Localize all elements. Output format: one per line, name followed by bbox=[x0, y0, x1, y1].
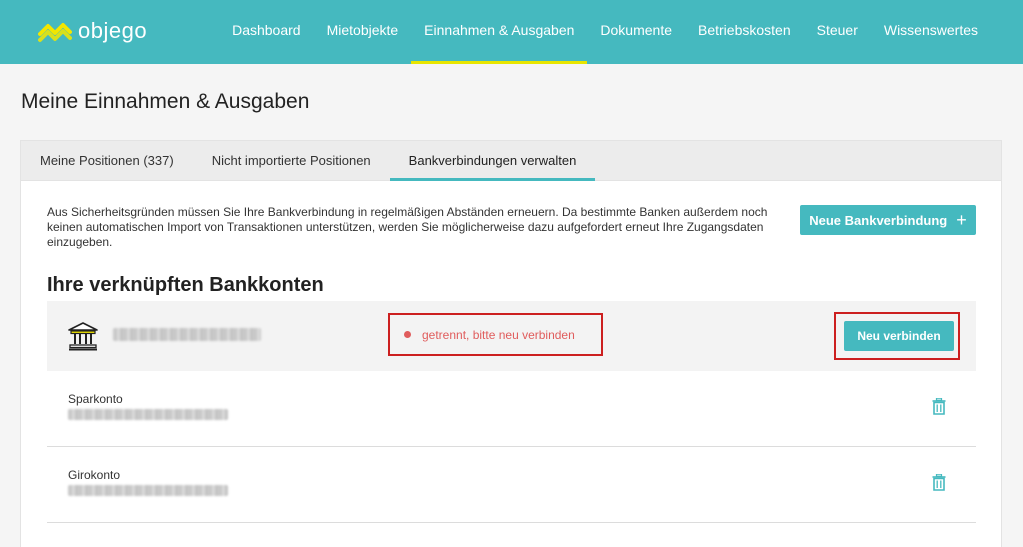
account-name: Sparkonto bbox=[68, 392, 123, 406]
nav-item-steuer[interactable]: Steuer bbox=[804, 0, 871, 64]
connection-status-box: getrennt, bitte neu verbinden bbox=[388, 313, 603, 356]
connection-status-text: getrennt, bitte neu verbinden bbox=[422, 327, 575, 342]
tab-meine-positionen[interactable]: Meine Positionen (337) bbox=[21, 141, 193, 180]
nav-item-dokumente[interactable]: Dokumente bbox=[587, 0, 685, 64]
account-row-sparkonto: Sparkonto bbox=[47, 371, 976, 447]
nav-item-wissenswertes[interactable]: Wissenswertes bbox=[871, 0, 991, 64]
bank-name-redacted bbox=[113, 328, 261, 341]
new-bank-connection-button[interactable]: Neue Bankverbindung + bbox=[800, 205, 976, 235]
page-title: Meine Einnahmen & Ausgaben bbox=[21, 90, 310, 113]
security-info-text: Aus Sicherheitsgründen müssen Sie Ihre B… bbox=[47, 205, 768, 249]
account-row-girokonto: Girokonto bbox=[47, 447, 976, 523]
bank-connections-card: Meine Positionen (337) Nicht importierte… bbox=[20, 140, 1002, 547]
new-bank-connection-label: Neue Bankverbindung bbox=[809, 212, 948, 228]
trash-icon[interactable] bbox=[932, 398, 946, 415]
tab-bar: Meine Positionen (337) Nicht importierte… bbox=[21, 141, 1001, 181]
nav-item-einnahmen-ausgaben[interactable]: Einnahmen & Ausgaben bbox=[411, 0, 588, 64]
account-number-redacted bbox=[68, 409, 228, 420]
tab-bankverbindungen-verwalten[interactable]: Bankverbindungen verwalten bbox=[389, 141, 596, 181]
plus-icon: + bbox=[956, 210, 967, 230]
account-name: Girokonto bbox=[68, 468, 121, 482]
top-navigation-bar: objego Dashboard Mietobjekte Einnahmen &… bbox=[0, 0, 1023, 64]
reconnect-highlight: Neu verbinden bbox=[834, 312, 960, 360]
nav-item-dashboard[interactable]: Dashboard bbox=[219, 0, 314, 64]
status-dot-icon bbox=[404, 331, 411, 338]
logo[interactable]: objego bbox=[38, 18, 147, 44]
logo-text: objego bbox=[78, 18, 148, 43]
nav-item-mietobjekte[interactable]: Mietobjekte bbox=[314, 0, 412, 64]
bank-connection-row: getrennt, bitte neu verbinden Neu verbin… bbox=[47, 301, 976, 371]
bank-building-icon bbox=[68, 322, 98, 351]
trash-icon[interactable] bbox=[932, 474, 946, 491]
account-number-redacted bbox=[68, 485, 228, 496]
nav-item-betriebskosten[interactable]: Betriebskosten bbox=[685, 0, 804, 64]
linked-accounts-heading: Ihre verknüpften Bankkonten bbox=[47, 274, 324, 296]
objego-logo-icon bbox=[38, 23, 72, 42]
tab-nicht-importierte-positionen[interactable]: Nicht importierte Positionen bbox=[193, 141, 390, 180]
main-nav: Dashboard Mietobjekte Einnahmen & Ausgab… bbox=[219, 0, 991, 64]
reconnect-button[interactable]: Neu verbinden bbox=[844, 321, 954, 351]
